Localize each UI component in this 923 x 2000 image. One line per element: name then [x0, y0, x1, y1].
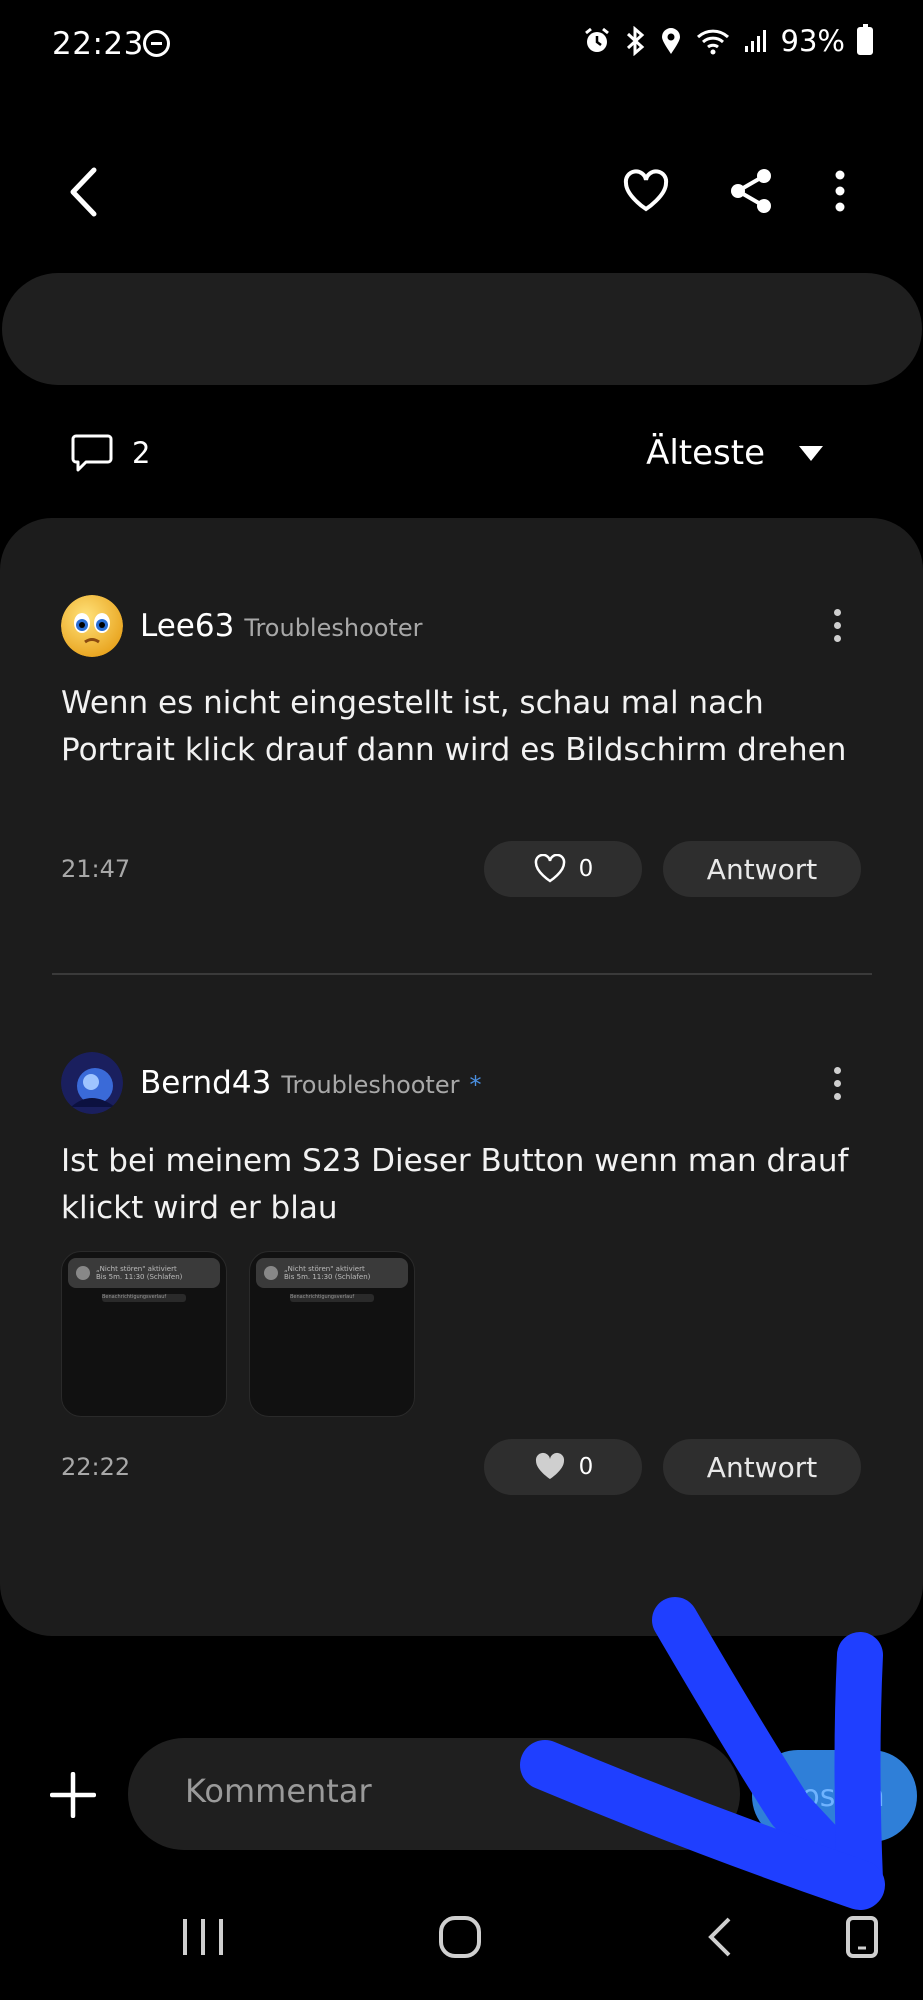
home-icon [439, 1916, 481, 1958]
recent-apps-button[interactable] [180, 1915, 226, 1963]
rotate-screen-icon [846, 1916, 878, 1958]
annotation-arrow-drawing [520, 1597, 885, 1910]
home-button[interactable] [438, 1915, 482, 1963]
nav-back-button[interactable] [705, 1915, 735, 1963]
rotate-screen-button[interactable] [845, 1915, 879, 1963]
recent-apps-icon [183, 1919, 223, 1955]
nav-back-icon [708, 1917, 731, 1957]
